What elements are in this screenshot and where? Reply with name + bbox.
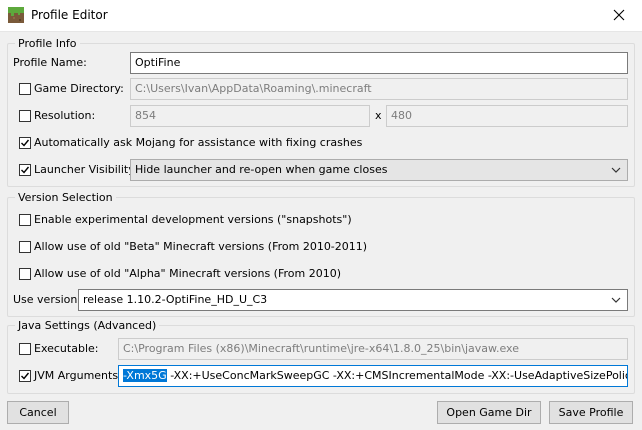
alpha-label: Allow use of old "Alpha" Minecraft versi… — [34, 267, 342, 280]
checkmark-icon — [21, 166, 30, 174]
jvm-arguments-checkbox[interactable] — [19, 370, 31, 382]
auto-ask-label: Automatically ask Mojang for assistance … — [34, 136, 363, 149]
launcher-visibility-value: Hide launcher and re-open when game clos… — [135, 163, 388, 176]
chevron-down-icon — [611, 297, 621, 303]
grass-block-icon — [8, 7, 24, 23]
use-version-label: Use version: — [13, 293, 82, 306]
snapshots-label: Enable experimental development versions… — [34, 213, 352, 226]
checkmark-icon — [21, 139, 30, 147]
jvm-arguments-label: JVM Arguments: — [34, 369, 122, 382]
checkmark-icon — [21, 372, 30, 380]
use-version-dropdown[interactable]: release 1.10.2-OptiFine_HD_U_C3 — [78, 289, 628, 311]
jvm-arguments-text: -XX:+UseConcMarkSweepGC -XX:+CMSIncremen… — [170, 369, 628, 382]
title-bar: Profile Editor — [0, 0, 642, 32]
game-directory-label: Game Directory: — [34, 82, 124, 95]
jvm-arguments-field[interactable]: -Xmx5G -XX:+UseConcMarkSweepGC -XX:+CMSI… — [118, 365, 628, 387]
resolution-checkbox[interactable] — [19, 110, 31, 122]
version-selection-legend: Version Selection — [18, 191, 113, 204]
jvm-selected-text: -Xmx5G — [123, 369, 167, 382]
resolution-height-field[interactable]: 480 — [386, 105, 628, 127]
save-profile-button[interactable]: Save Profile — [549, 401, 633, 424]
open-game-dir-button[interactable]: Open Game Dir — [437, 401, 541, 424]
launcher-visibility-label: Launcher Visibility: — [34, 163, 138, 176]
window-title: Profile Editor — [31, 8, 108, 22]
close-icon[interactable] — [610, 6, 628, 24]
cancel-button[interactable]: Cancel — [7, 401, 69, 424]
launcher-visibility-dropdown[interactable]: Hide launcher and re-open when game clos… — [130, 159, 628, 181]
profile-name-field[interactable]: OptiFine — [130, 52, 628, 74]
alpha-checkbox[interactable] — [19, 268, 31, 280]
game-directory-field[interactable]: C:\Users\Ivan\AppData\Roaming\.minecraft — [130, 78, 628, 100]
snapshots-checkbox[interactable] — [19, 214, 31, 226]
executable-field[interactable]: C:\Program Files (x86)\Minecraft\runtime… — [118, 338, 628, 360]
launcher-visibility-checkbox[interactable] — [19, 164, 31, 176]
beta-checkbox[interactable] — [19, 241, 31, 253]
executable-label: Executable: — [34, 342, 99, 355]
resolution-width-field[interactable]: 854 — [130, 105, 370, 127]
use-version-value: release 1.10.2-OptiFine_HD_U_C3 — [83, 293, 268, 306]
profile-name-label: Profile Name: — [13, 56, 87, 69]
chevron-down-icon — [611, 167, 621, 173]
profile-info-legend: Profile Info — [18, 37, 77, 50]
resolution-label: Resolution: — [34, 109, 96, 122]
java-settings-legend: Java Settings (Advanced) — [18, 319, 157, 332]
auto-ask-checkbox[interactable] — [19, 137, 31, 149]
executable-checkbox[interactable] — [19, 343, 31, 355]
game-directory-checkbox[interactable] — [19, 83, 31, 95]
beta-label: Allow use of old "Beta" Minecraft versio… — [34, 240, 368, 253]
resolution-x-label: x — [375, 109, 382, 122]
